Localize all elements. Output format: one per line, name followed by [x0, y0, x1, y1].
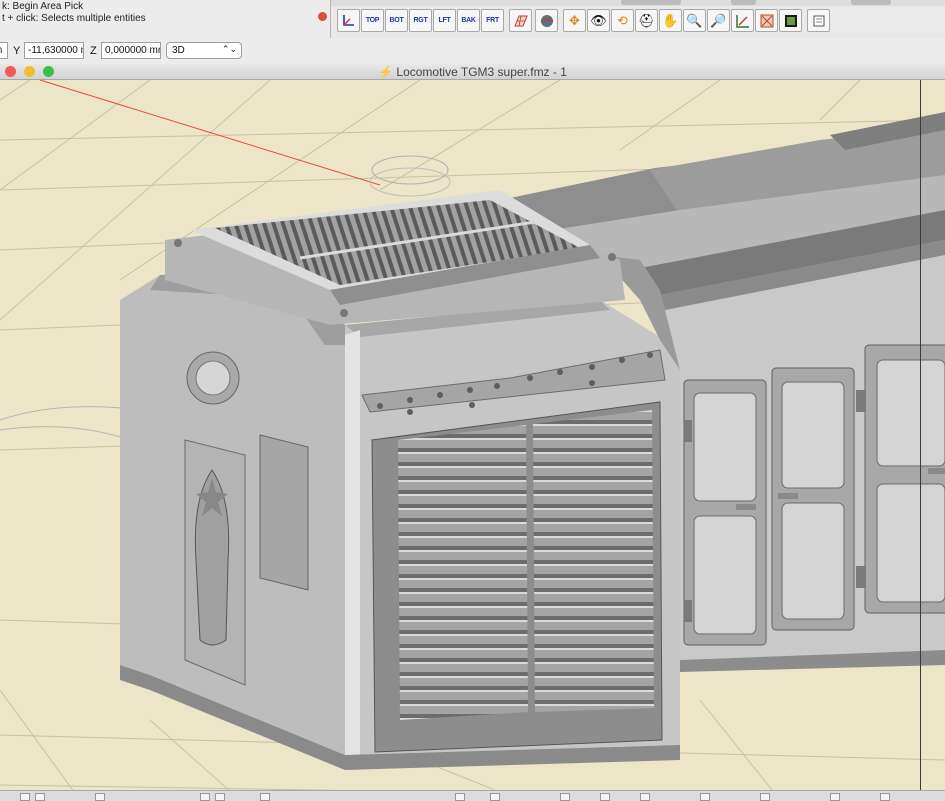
x-coordinate-field[interactable]: m [0, 42, 8, 59]
y-coordinate-field[interactable]: -11,630000 m [24, 42, 84, 59]
sphere-icon[interactable] [535, 9, 558, 32]
pan-orbit-icon[interactable]: ✥ [563, 9, 586, 32]
record-indicator-icon[interactable] [318, 12, 327, 21]
view-front-button[interactable]: FRT [481, 9, 504, 32]
rotate-icon[interactable]: ⟲ [611, 9, 634, 32]
grid-plane-icon[interactable] [509, 9, 532, 32]
axis-view-icon[interactable] [337, 9, 360, 32]
bottom-toolbar [0, 790, 945, 801]
zoom-extents-icon[interactable] [731, 9, 754, 32]
status-hint-panel: k: Begin Area Pick t + click: Selects mu… [0, 0, 330, 39]
chevron-updown-icon: ⌃⌄ [221, 44, 237, 54]
toolbar-segment[interactable] [621, 0, 681, 5]
wireframe-ghost [0, 406, 141, 441]
zoom-region-icon[interactable]: 🔎 [707, 9, 730, 32]
scene-settings-icon[interactable] [807, 9, 830, 32]
z-coordinate-field[interactable]: 0,000000 mm [101, 42, 161, 59]
front-louvre-right [533, 410, 654, 712]
main-toolbar: TOP BOT RGT LFT BAK FRT ✥ 👁 ⟲ ⛑ ✋ 🔍 🔎 [330, 0, 945, 38]
coordinate-bar: m Y -11,630000 m Z 0,000000 mm 3D⌃⌄ [0, 38, 945, 65]
view-mode-select[interactable]: 3D ⌃⌄ [166, 42, 242, 59]
front-louvre-left [398, 425, 528, 720]
z-label: Z [90, 45, 97, 57]
hint-line-2: t + click: Selects multiple entities [2, 13, 146, 24]
window-titlebar: ⚡ Locomotive TGM3 super.fmz - 1 [0, 64, 945, 80]
3d-viewport[interactable] [0, 80, 945, 790]
toolbar-segment[interactable] [731, 0, 756, 5]
fit-window-icon[interactable] [755, 9, 778, 32]
walk-camera-icon[interactable]: ⛑ [635, 9, 658, 32]
y-label: Y [13, 45, 21, 57]
side-window-panel [259, 434, 309, 591]
eye-icon[interactable]: 👁 [587, 9, 610, 32]
x-axis-line [39, 80, 381, 186]
view-back-button[interactable]: BAK [457, 9, 480, 32]
view-right-button[interactable]: RGT [409, 9, 432, 32]
vertical-scrollbar[interactable] [917, 80, 945, 790]
view-top-button[interactable]: TOP [361, 9, 384, 32]
render-preview-icon[interactable] [779, 9, 802, 32]
view-left-button[interactable]: LFT [433, 9, 456, 32]
view-bottom-button[interactable]: BOT [385, 9, 408, 32]
zoom-icon[interactable]: 🔍 [683, 9, 706, 32]
side-doors [683, 344, 945, 646]
hand-pan-icon[interactable]: ✋ [659, 9, 682, 32]
window-title: ⚡ Locomotive TGM3 super.fmz - 1 [378, 65, 567, 79]
document-icon: ⚡ [378, 65, 394, 79]
model-scene [0, 80, 945, 790]
wireframe-horn [371, 155, 449, 185]
toolbar-segment[interactable] [851, 0, 891, 5]
hint-line-1: k: Begin Area Pick [2, 1, 84, 12]
